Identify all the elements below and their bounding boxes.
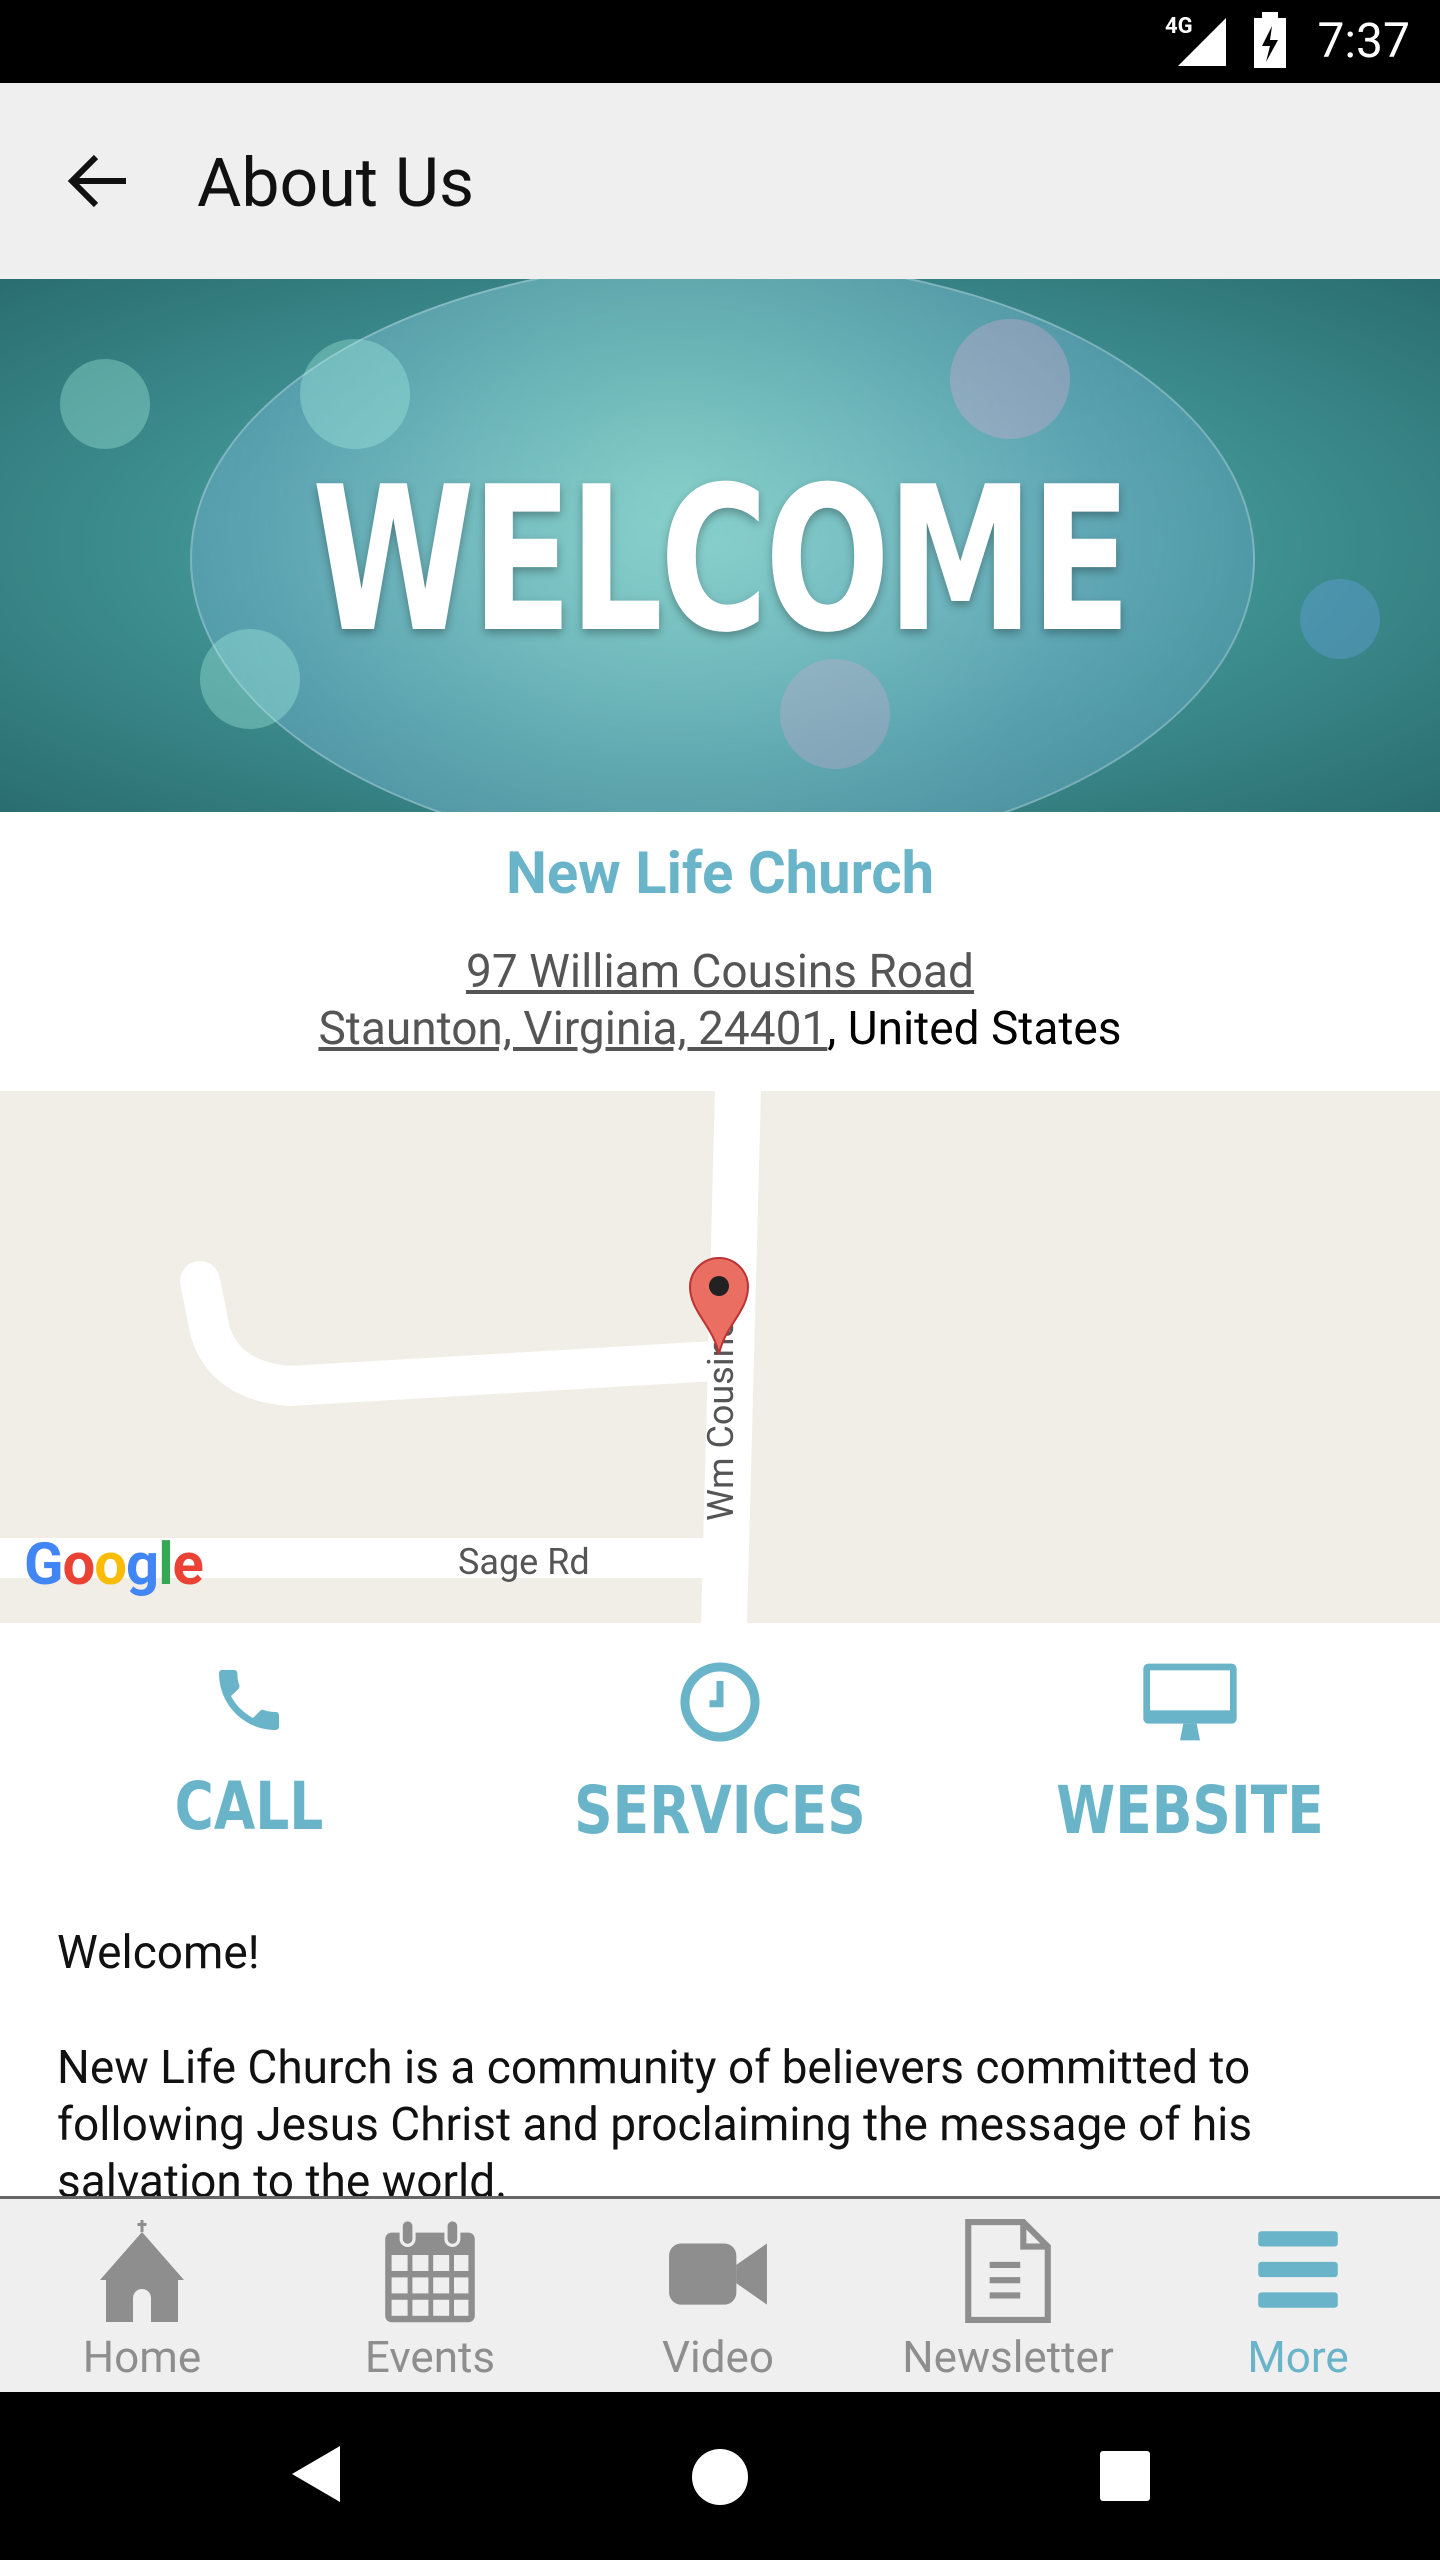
tab-label: Video bbox=[662, 2331, 774, 2383]
tab-newsletter[interactable]: Newsletter bbox=[864, 2219, 1152, 2383]
tab-label: Newsletter bbox=[902, 2331, 1114, 2383]
home-icon[interactable] bbox=[690, 2447, 750, 2507]
bokeh bbox=[1300, 579, 1380, 659]
road-curve bbox=[180, 1261, 735, 1407]
tab-home[interactable]: Home bbox=[0, 2219, 286, 2383]
bokeh bbox=[950, 319, 1070, 439]
signal-icon bbox=[1178, 18, 1226, 66]
greeting-text: Welcome! bbox=[57, 1926, 260, 1980]
clock: 7:37 bbox=[1317, 12, 1410, 69]
website-button[interactable]: WEBSITE bbox=[990, 1660, 1390, 1849]
app-bar: About Us bbox=[0, 83, 1440, 279]
battery-icon bbox=[1254, 12, 1286, 68]
call-button[interactable]: CALL bbox=[49, 1660, 449, 1845]
banner-text: WELCOME bbox=[311, 444, 1131, 677]
bokeh bbox=[300, 339, 410, 449]
system-nav-bar bbox=[0, 2392, 1440, 2560]
tab-label: More bbox=[1247, 2331, 1349, 2383]
description-line1: New Life Church is a community of believ… bbox=[57, 2041, 1251, 2095]
country: , United States bbox=[827, 1002, 1122, 1056]
tab-label: Home bbox=[82, 2331, 202, 2383]
calendar-icon bbox=[385, 2218, 475, 2323]
google-logo: Google bbox=[24, 1531, 204, 1599]
monitor-icon bbox=[1143, 1663, 1237, 1741]
map-pin-icon[interactable] bbox=[688, 1256, 750, 1356]
welcome-banner: WELCOME bbox=[0, 279, 1440, 812]
clock-icon bbox=[680, 1662, 760, 1742]
services-button[interactable]: SERVICES bbox=[520, 1660, 920, 1849]
document-icon bbox=[965, 2219, 1051, 2323]
back-icon[interactable] bbox=[288, 2442, 348, 2506]
status-bar: 4G 7:37 bbox=[0, 0, 1440, 83]
call-label: CALL bbox=[174, 1768, 324, 1845]
back-arrow-icon[interactable] bbox=[66, 149, 130, 213]
road-label-sage: Sage Rd bbox=[458, 1541, 590, 1583]
address-line1-row: 97 William Cousins Road bbox=[0, 945, 1440, 999]
phone-icon bbox=[219, 1670, 279, 1730]
tab-label: Events bbox=[364, 2331, 496, 2383]
map[interactable]: Wm Cousins Sage Rd Google bbox=[0, 1091, 1440, 1623]
menu-icon bbox=[1258, 2231, 1338, 2308]
church-name: New Life Church bbox=[505, 840, 935, 908]
address-line2-link[interactable]: Staunton, Virginia, 24401 bbox=[318, 1002, 827, 1056]
tab-more[interactable]: More bbox=[1154, 2219, 1440, 2383]
description-line2: following Jesus Christ and proclaiming t… bbox=[57, 2098, 1253, 2152]
bokeh bbox=[60, 359, 150, 449]
video-camera-icon bbox=[669, 2243, 767, 2305]
page-title: About Us bbox=[197, 143, 475, 223]
bottom-nav: Home Events Video Newsletter More bbox=[0, 2196, 1440, 2392]
address-line2-row: Staunton, Virginia, 24401, United States bbox=[0, 1002, 1440, 1056]
recents-icon[interactable] bbox=[1098, 2449, 1152, 2503]
website-label: WEBSITE bbox=[1056, 1772, 1324, 1849]
address-line1-link[interactable]: 97 William Cousins Road bbox=[466, 945, 974, 999]
tab-video[interactable]: Video bbox=[574, 2219, 862, 2383]
church-icon bbox=[100, 2220, 184, 2322]
tab-events[interactable]: Events bbox=[286, 2218, 574, 2383]
services-label: SERVICES bbox=[574, 1772, 866, 1849]
